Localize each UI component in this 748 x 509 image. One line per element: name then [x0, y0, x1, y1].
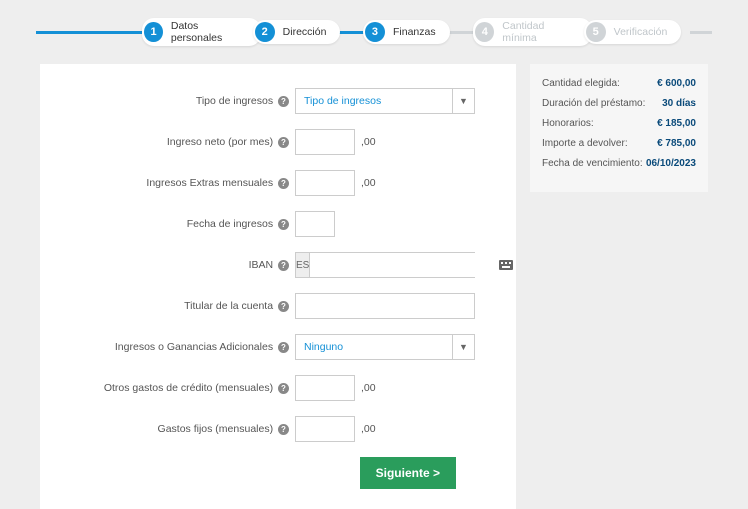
- additional-income-label: Ingresos o Ganancias Adicionales ?: [50, 341, 295, 353]
- step-number: 3: [365, 22, 385, 42]
- summary-label: Honorarios:: [542, 118, 594, 129]
- summary-label: Importe a devolver:: [542, 138, 628, 149]
- summary-label: Cantidad elegida:: [542, 78, 620, 89]
- stepper: 1 Datos personales 2 Dirección 3 Finanza…: [0, 0, 748, 64]
- form-panel: Tipo de ingresos ? Tipo de ingresos ▼ In…: [40, 64, 516, 509]
- iban-label: IBAN ?: [50, 259, 295, 271]
- step-4: 4 Cantidad mínima: [473, 18, 583, 46]
- summary-value: 06/10/2023: [646, 158, 696, 169]
- iban-prefix: ES: [296, 253, 310, 277]
- help-icon[interactable]: ?: [278, 96, 289, 107]
- next-button[interactable]: Siguiente >: [360, 457, 456, 489]
- summary-row: Importe a devolver: € 785,00: [542, 138, 696, 149]
- step-number: 1: [144, 22, 163, 42]
- summary-label: Fecha de vencimiento:: [542, 158, 643, 169]
- step-label: Datos personales: [171, 20, 247, 44]
- help-icon[interactable]: ?: [278, 424, 289, 435]
- help-icon[interactable]: ?: [278, 301, 289, 312]
- summary-row: Honorarios: € 185,00: [542, 118, 696, 129]
- step-label: Verificación: [614, 26, 668, 38]
- decimal-suffix: ,00: [361, 136, 376, 148]
- step-label: Finanzas: [393, 26, 436, 38]
- step-number: 5: [586, 22, 606, 42]
- other-credit-label: Otros gastos de crédito (mensuales) ?: [50, 382, 295, 394]
- decimal-suffix: ,00: [361, 382, 376, 394]
- step-3[interactable]: 3 Finanzas: [363, 20, 473, 44]
- step-line: [690, 31, 712, 34]
- income-type-label: Tipo de ingresos ?: [50, 95, 295, 107]
- step-2[interactable]: 2 Dirección: [253, 20, 363, 44]
- income-date-label: Fecha de ingresos ?: [50, 218, 295, 230]
- summary-value: 30 días: [662, 98, 696, 109]
- step-number: 2: [255, 22, 275, 42]
- summary-row: Cantidad elegida: € 600,00: [542, 78, 696, 89]
- help-icon[interactable]: ?: [278, 178, 289, 189]
- net-income-label: Ingreso neto (por mes) ?: [50, 136, 295, 148]
- help-icon[interactable]: ?: [278, 383, 289, 394]
- step-line: [36, 31, 146, 34]
- step-1[interactable]: 1 Datos personales: [142, 18, 252, 46]
- income-date-input[interactable]: [295, 211, 335, 237]
- decimal-suffix: ,00: [361, 423, 376, 435]
- fixed-expenses-input[interactable]: [295, 416, 355, 442]
- other-credit-input[interactable]: [295, 375, 355, 401]
- additional-income-select[interactable]: Ninguno ▼: [295, 334, 475, 360]
- chevron-down-icon: ▼: [452, 89, 474, 113]
- account-holder-label: Titular de la cuenta ?: [50, 300, 295, 312]
- iban-input[interactable]: [310, 253, 499, 277]
- fixed-expenses-label: Gastos fijos (mensuales) ?: [50, 423, 295, 435]
- step-number: 4: [475, 22, 494, 42]
- decimal-suffix: ,00: [361, 177, 376, 189]
- chevron-down-icon: ▼: [452, 335, 474, 359]
- summary-label: Duración del préstamo:: [542, 98, 645, 109]
- summary-row: Fecha de vencimiento: 06/10/2023: [542, 158, 696, 169]
- help-icon[interactable]: ?: [278, 219, 289, 230]
- step-label: Cantidad mínima: [502, 20, 577, 44]
- account-holder-input[interactable]: [295, 293, 475, 319]
- extra-income-input[interactable]: [295, 170, 355, 196]
- step-5: 5 Verificación: [584, 20, 694, 44]
- help-icon[interactable]: ?: [278, 342, 289, 353]
- help-icon[interactable]: ?: [278, 137, 289, 148]
- summary-row: Duración del préstamo: 30 días: [542, 98, 696, 109]
- summary-value: € 600,00: [657, 78, 696, 89]
- extra-income-label: Ingresos Extras mensuales ?: [50, 177, 295, 189]
- summary-value: € 785,00: [657, 138, 696, 149]
- keyboard-icon[interactable]: [499, 260, 513, 270]
- summary-value: € 185,00: [657, 118, 696, 129]
- net-income-input[interactable]: [295, 129, 355, 155]
- summary-panel: Cantidad elegida: € 600,00 Duración del …: [530, 64, 708, 192]
- help-icon[interactable]: ?: [278, 260, 289, 271]
- income-type-select[interactable]: Tipo de ingresos ▼: [295, 88, 475, 114]
- step-label: Dirección: [283, 26, 327, 38]
- iban-field[interactable]: ES: [295, 252, 475, 278]
